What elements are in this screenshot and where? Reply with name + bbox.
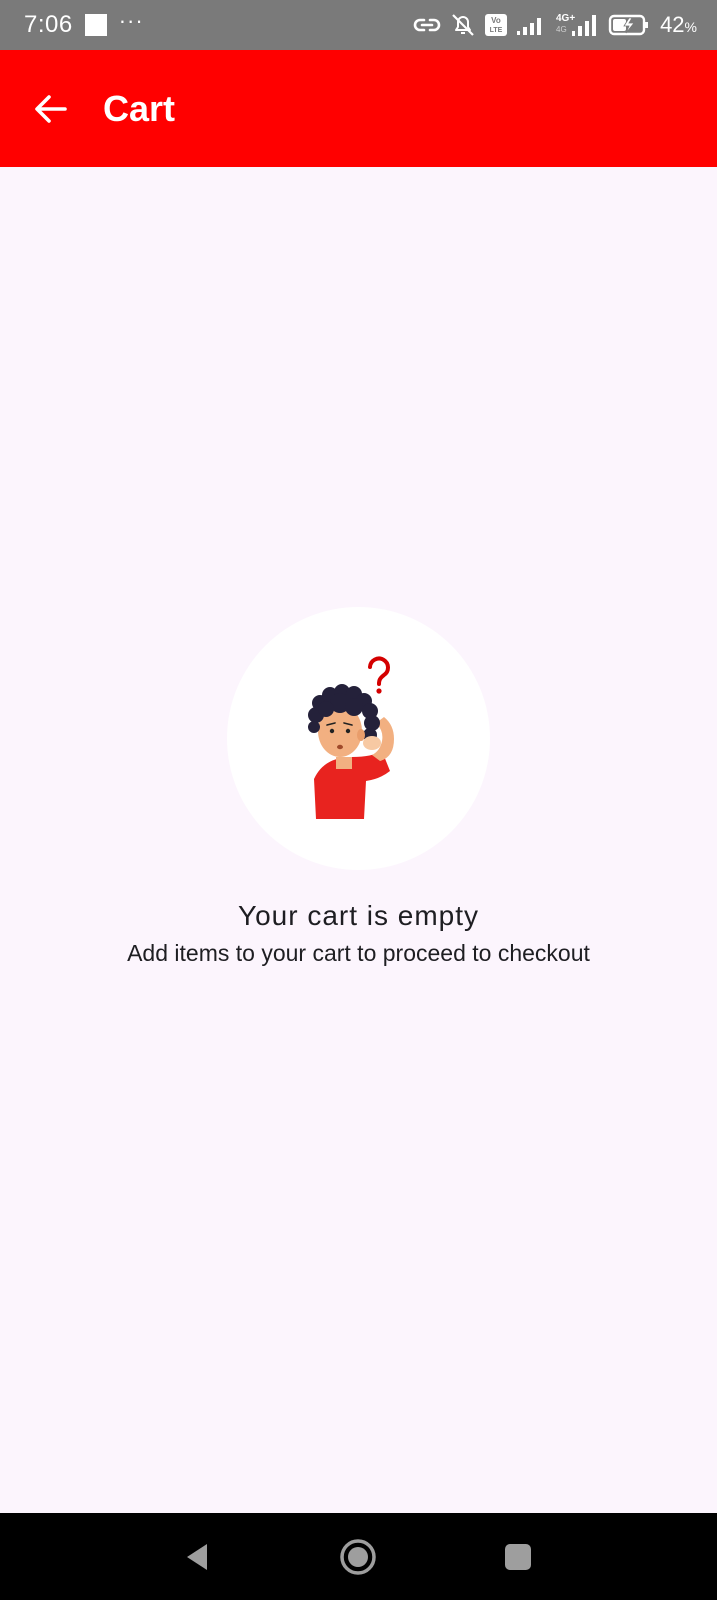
nav-back-button[interactable] xyxy=(157,1513,237,1600)
system-nav-bar xyxy=(0,1513,717,1600)
confused-person-icon xyxy=(307,656,394,819)
svg-text:4G: 4G xyxy=(556,25,567,34)
empty-cart-subtitle: Add items to your cart to proceed to che… xyxy=(127,940,590,966)
volte-icon: Vo LTE xyxy=(485,14,508,36)
back-button[interactable] xyxy=(21,79,81,139)
status-time: 7:06 xyxy=(24,11,73,38)
link-icon xyxy=(413,18,441,32)
battery-percent: 42% xyxy=(660,12,697,37)
svg-text:LTE: LTE xyxy=(490,27,503,34)
page-title: Cart xyxy=(103,87,176,129)
nav-recents-button[interactable] xyxy=(478,1513,558,1600)
status-right: Vo LTE 4G+ 4G 42% xyxy=(412,11,697,39)
nav-home-button[interactable] xyxy=(318,1513,398,1600)
recents-square-icon xyxy=(505,1543,531,1570)
back-triangle-icon xyxy=(187,1543,207,1570)
empty-cart-illustration xyxy=(227,607,490,870)
app-bar: Cart xyxy=(0,50,717,167)
svg-text:Vo: Vo xyxy=(491,16,501,25)
svg-text:4G+: 4G+ xyxy=(556,13,575,24)
more-dots-icon: ··· xyxy=(118,8,144,33)
home-circle-icon xyxy=(340,1538,376,1575)
arrow-left-icon xyxy=(35,94,67,123)
empty-cart-title: Your cart is empty xyxy=(237,900,480,931)
status-left: 7:06 ··· xyxy=(24,8,144,39)
status-bar: 7:06 ··· Vo LTE 4G+ 4G 42% xyxy=(0,0,717,50)
signal-icon xyxy=(517,18,542,35)
notification-square-icon xyxy=(84,14,107,36)
signal-4g-icon: 4G+ 4G xyxy=(556,13,597,36)
bell-off-icon xyxy=(452,14,474,36)
battery-charging-icon xyxy=(608,14,649,36)
